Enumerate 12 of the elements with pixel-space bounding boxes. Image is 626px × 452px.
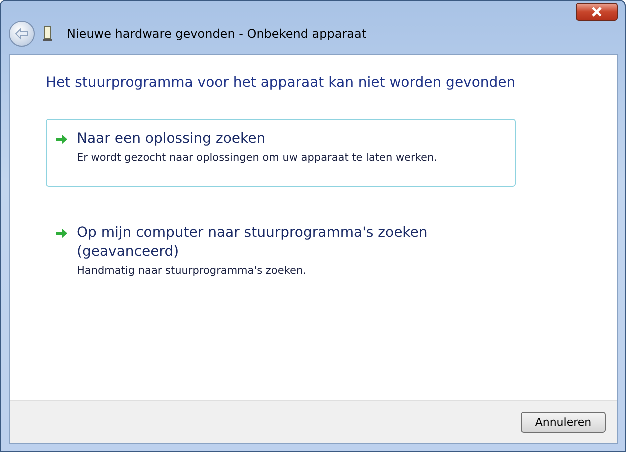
cancel-button[interactable]: Annuleren xyxy=(521,412,606,432)
device-icon xyxy=(43,26,53,42)
page-heading: Het stuurprogramma voor het apparaat kan niet worden gevonden xyxy=(46,75,517,91)
window-title: Nieuwe hardware gevonden - Onbekend apparaat xyxy=(67,26,367,40)
close-icon xyxy=(591,7,603,17)
arrow-icon xyxy=(56,228,68,239)
close-button[interactable] xyxy=(576,3,618,21)
command-link[interactable]: Op mijn computer naar stuurprogramma's zoeken (geavanceerd) Handmatig naar stuurprogramma's zoeken. xyxy=(46,212,516,300)
command-link[interactable]: Naar een oplossing zoeken Er wordt gezocht naar oplossingen om uw apparaat te laten werken. xyxy=(46,119,516,187)
back-button[interactable] xyxy=(9,20,35,46)
arrow-icon xyxy=(56,134,68,145)
back-arrow-icon xyxy=(15,28,29,40)
